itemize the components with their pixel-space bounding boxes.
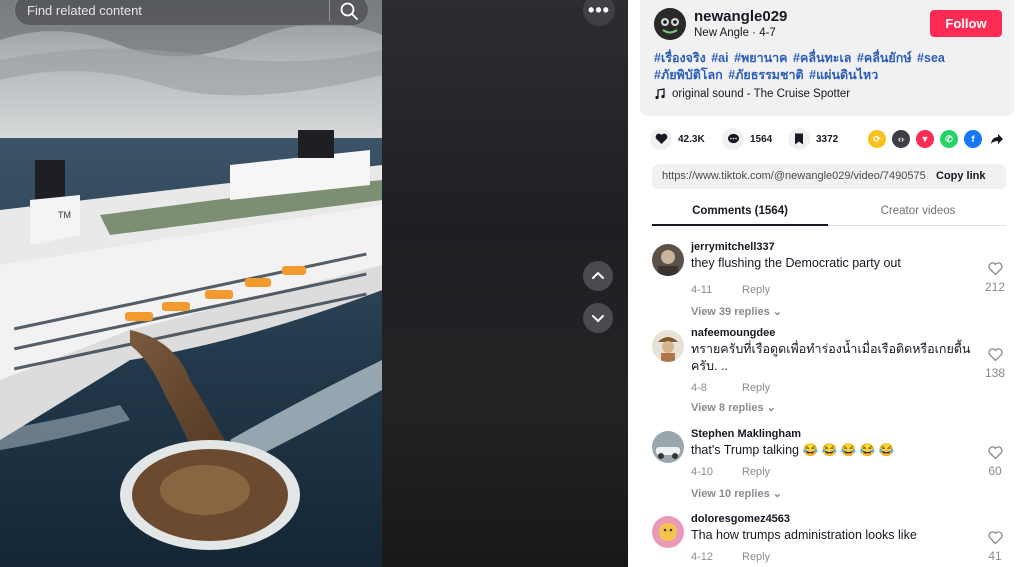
hashtag-link[interactable]: #คลื่นทะเล <box>793 51 851 65</box>
reply-button[interactable]: Reply <box>742 382 770 394</box>
search-divider <box>329 0 330 21</box>
comment-username[interactable]: doloresgomez4563 <box>691 513 790 525</box>
comment-text: that's Trump talking 😂 😂 😂 😂 😂 <box>691 443 895 457</box>
music-note-icon <box>655 88 665 100</box>
video-player[interactable]: TM Find related content ••• <box>0 0 628 567</box>
commenter-avatar[interactable] <box>652 431 684 463</box>
save-count: 3372 <box>816 133 839 145</box>
comment-username[interactable]: Stephen Maklingham <box>691 428 801 440</box>
copy-link-row: https://www.tiktok.com/@newangle029/vide… <box>652 164 1006 189</box>
facebook-icon[interactable]: f <box>964 130 982 148</box>
comment-text: ทรายครับที่เรือดูดเพื่อทำร่องน้ำเมื่อเรื… <box>691 342 971 373</box>
heart-icon[interactable] <box>650 128 672 150</box>
reply-button[interactable]: Reply <box>742 284 770 296</box>
search-icon[interactable] <box>339 1 359 21</box>
next-video-button[interactable] <box>583 303 613 333</box>
search-input[interactable]: Find related content <box>27 3 142 18</box>
hashtag-link[interactable]: #เรื่องจริง <box>654 51 706 65</box>
embed-icon[interactable]: ‹› <box>892 130 910 148</box>
comment-like-count: 41 <box>988 549 1002 563</box>
hashtag-link[interactable]: #ภัยธรรมชาติ <box>728 68 803 82</box>
comment-text: they flushing the Democratic party out <box>691 256 901 270</box>
view-replies-label: View 10 replies <box>691 488 770 500</box>
view-replies-label: View 39 replies <box>691 306 770 318</box>
comment-like-count: 212 <box>984 280 1006 294</box>
follow-button[interactable]: Follow <box>930 10 1002 37</box>
previous-video-button[interactable] <box>583 261 613 291</box>
video-frame[interactable]: TM <box>0 0 382 567</box>
search-bar[interactable]: Find related content <box>14 0 369 26</box>
like-count: 42.3K <box>678 133 705 145</box>
whatsapp-icon[interactable]: ✆ <box>940 130 958 148</box>
reply-button[interactable]: Reply <box>742 551 770 563</box>
heart-outline-icon[interactable] <box>985 446 1005 465</box>
action-bar: 42.3K 1564 3372 ⟳ ‹› ▼ ✆ f <box>650 128 1010 152</box>
comment-date: 4-8 <box>691 382 707 394</box>
comment-like-count: 60 <box>988 464 1002 478</box>
comment-like-count: 138 <box>984 366 1006 380</box>
commenter-avatar[interactable] <box>652 330 684 362</box>
heart-outline-icon[interactable] <box>985 262 1005 281</box>
chevron-up-icon <box>592 271 604 279</box>
hashtag-link[interactable]: #แผ่นดินไหว <box>809 68 878 82</box>
author-card: newangle029 New Angle · 4-7 Follow #เรื่… <box>640 0 1014 116</box>
author-avatar[interactable] <box>654 8 686 40</box>
view-replies-button[interactable]: View 8 replies ⌄ <box>691 401 776 414</box>
hashtag-list: #เรื่องจริง #ai #พยานาค #คลื่นทะเล #คลื่… <box>654 50 994 84</box>
hashtag-link[interactable]: #คลื่นยักษ์ <box>857 51 912 65</box>
bookmark-icon[interactable] <box>788 128 810 150</box>
svg-text:TM: TM <box>58 210 71 220</box>
hashtag-link[interactable]: #พยานาค <box>734 51 787 65</box>
view-replies-label: View 8 replies <box>691 402 764 414</box>
comment-date: 4-10 <box>691 466 714 478</box>
comment-username[interactable]: jerrymitchell337 <box>691 241 775 253</box>
comment-date: 4-11 <box>691 284 713 296</box>
send-icon[interactable]: ▼ <box>916 130 934 148</box>
like-stat[interactable]: 42.3K <box>650 128 705 150</box>
view-replies-button[interactable]: View 39 replies ⌄ <box>691 305 782 318</box>
comment-text: Tha how trumps administration looks like <box>691 528 917 542</box>
hashtag-link[interactable]: #ภัยพิบัติโลก <box>654 68 723 82</box>
comment-date: 4-12 <box>691 551 714 563</box>
panel-tabs: Comments (1564) Creator videos <box>652 198 1006 226</box>
author-nickname: New Angle · 4-7 <box>694 27 776 39</box>
side-panel: newangle029 New Angle · 4-7 Follow #เรื่… <box>628 0 1024 567</box>
comment-count: 1564 <box>750 133 773 145</box>
comment-stat[interactable]: 1564 <box>722 128 772 150</box>
repost-icon[interactable]: ⟳ <box>868 130 886 148</box>
video-thumbnail: TM <box>0 0 382 567</box>
music-row[interactable]: original sound - The Cruise Spotter <box>654 88 850 100</box>
chevron-down-icon <box>592 315 604 323</box>
commenter-avatar[interactable] <box>652 244 684 276</box>
comment-list: jerrymitchell337 they flushing the Democ… <box>628 226 1024 567</box>
heart-outline-icon[interactable] <box>985 531 1005 550</box>
reply-button[interactable]: Reply <box>742 466 770 478</box>
view-replies-button[interactable]: View 10 replies ⌄ <box>691 487 782 500</box>
share-arrow-icon[interactable] <box>988 130 1006 148</box>
comment-username[interactable]: nafeemoungdee <box>691 327 775 339</box>
author-username[interactable]: newangle029 <box>694 8 787 25</box>
tab-comments[interactable]: Comments (1564) <box>652 198 828 226</box>
video-url-field[interactable]: https://www.tiktok.com/@newangle029/vide… <box>662 170 930 182</box>
more-icon: ••• <box>588 0 610 20</box>
copy-link-button[interactable]: Copy link <box>936 170 986 182</box>
commenter-avatar[interactable] <box>652 516 684 548</box>
hashtag-link[interactable]: #sea <box>917 51 945 65</box>
heart-outline-icon[interactable] <box>985 348 1005 367</box>
music-title: original sound - The Cruise Spotter <box>672 88 851 100</box>
tab-creator-videos[interactable]: Creator videos <box>830 198 1006 226</box>
save-stat[interactable]: 3372 <box>788 128 838 150</box>
comment-icon[interactable] <box>722 128 744 150</box>
hashtag-link[interactable]: #ai <box>711 51 728 65</box>
